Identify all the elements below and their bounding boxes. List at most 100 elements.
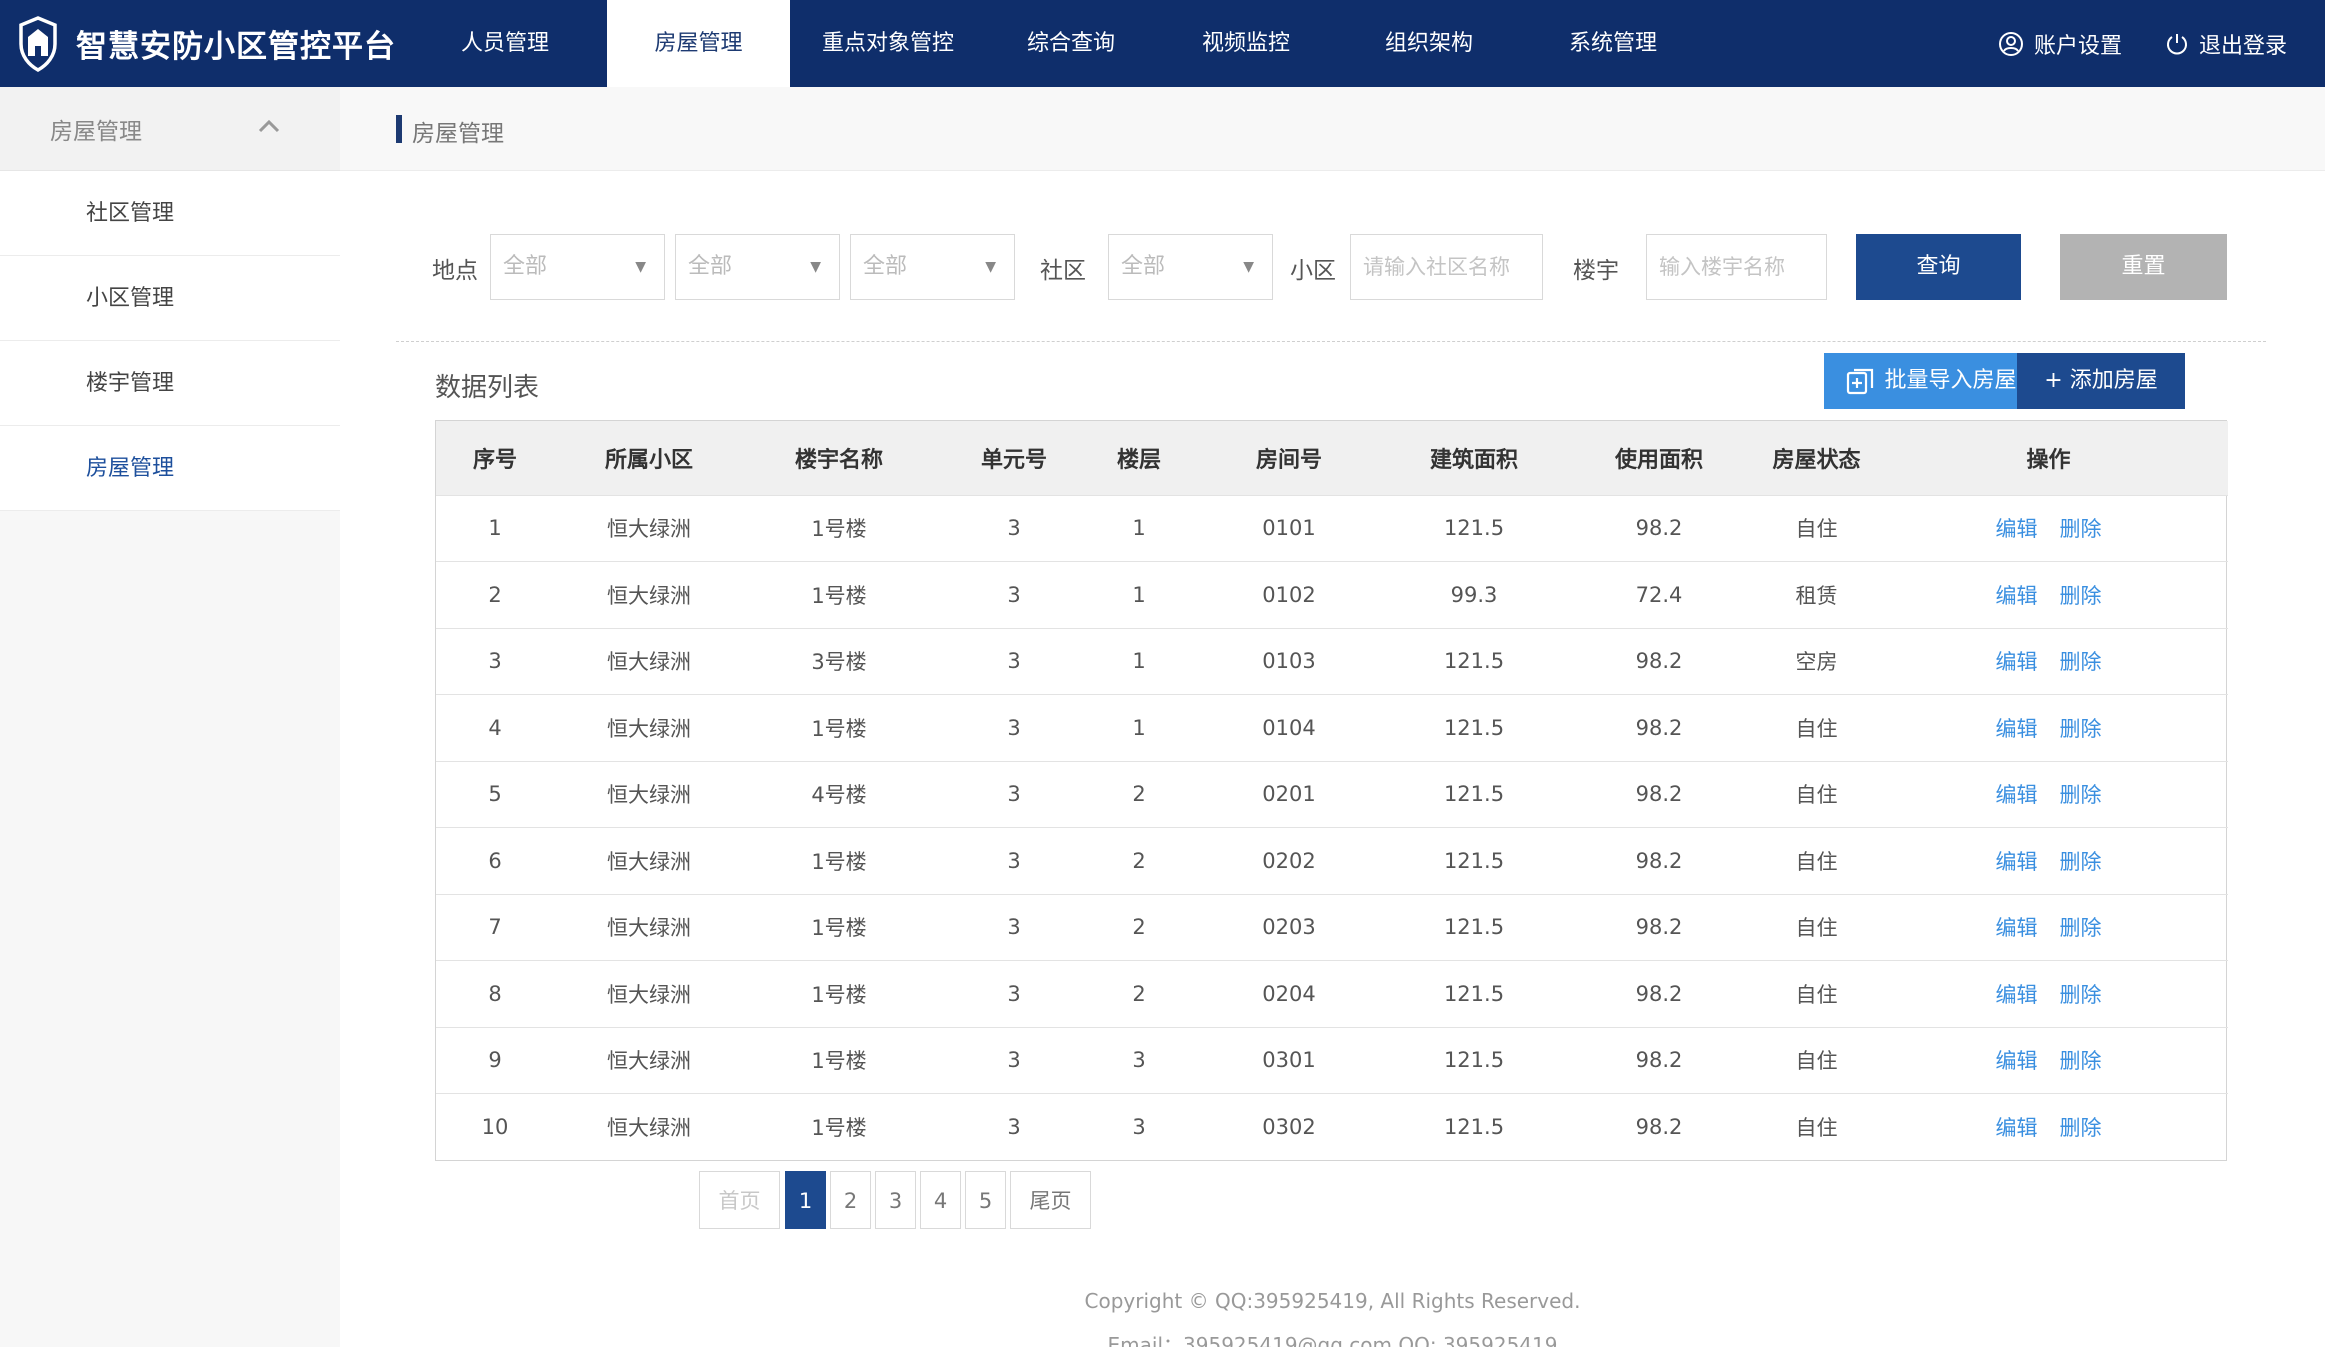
edit-link[interactable]: 编辑 <box>1996 850 2038 874</box>
delete-link[interactable]: 删除 <box>2060 850 2102 874</box>
nav-item-key-targets[interactable]: 重点对象管控 <box>812 0 964 87</box>
delete-link[interactable]: 删除 <box>2060 517 2102 541</box>
status-cell: 自住 <box>1795 1116 1838 1140</box>
edit-link[interactable]: 编辑 <box>1996 983 2038 1007</box>
nav-item-system[interactable]: 系统管理 <box>1550 0 1676 87</box>
location-select-1[interactable]: 全部 ▼ <box>490 234 665 300</box>
sidebar-item-estate[interactable]: 小区管理 <box>0 256 340 341</box>
page-button-4[interactable]: 4 <box>920 1171 961 1229</box>
edit-link[interactable]: 编辑 <box>1996 717 2038 741</box>
column-header: 房间号 <box>1255 447 1322 473</box>
sidebar-group-header[interactable]: 房屋管理 <box>0 87 340 171</box>
page-button-5[interactable]: 5 <box>965 1171 1006 1229</box>
sidebar-item-housing[interactable]: 房屋管理 <box>0 426 340 511</box>
logout-button[interactable]: 退出登录 <box>2165 0 2287 87</box>
account-settings-button[interactable]: 账户设置 <box>1998 0 2122 87</box>
first-page-button[interactable]: 首页 <box>699 1171 780 1229</box>
nav-item-housing[interactable]: 房屋管理 <box>607 0 790 87</box>
caret-down-icon: ▼ <box>1243 259 1254 275</box>
edit-link[interactable]: 编辑 <box>1996 517 2038 541</box>
reset-button[interactable]: 重置 <box>2060 234 2227 300</box>
edit-link[interactable]: 编辑 <box>1996 584 2038 608</box>
delete-link[interactable]: 删除 <box>2060 983 2102 1007</box>
table-row: 7 恒大绿洲 1号楼 3 2 0203 121.5 98.2 自住 编辑 删除 <box>436 894 2228 961</box>
edit-link[interactable]: 编辑 <box>1996 783 2038 807</box>
estate-cell: 恒大绿洲 <box>607 916 691 941</box>
actions-cell: 编辑 删除 <box>1869 628 2228 695</box>
estate-cell: 恒大绿洲 <box>607 783 691 808</box>
breadcrumb-marker <box>396 115 402 143</box>
index-cell: 1 <box>488 516 502 541</box>
nav-item-query[interactable]: 综合查询 <box>1008 0 1134 87</box>
last-page-button[interactable]: 尾页 <box>1010 1171 1091 1229</box>
query-button[interactable]: 查询 <box>1856 234 2021 300</box>
building-cell: 1号楼 <box>811 916 867 941</box>
contact-text: Email：395925419@qq.com QQ: 395925419 <box>1107 1333 1558 1347</box>
nav-item-org[interactable]: 组织架构 <box>1366 0 1492 87</box>
room-cell: 0202 <box>1262 848 1316 873</box>
build-area-cell: 121.5 <box>1443 1048 1505 1073</box>
building-name-input[interactable] <box>1646 234 1827 300</box>
status-cell: 自住 <box>1795 1049 1838 1074</box>
status-cell: 自住 <box>1795 783 1838 808</box>
batch-import-button[interactable]: 批量导入房屋 <box>1824 353 2039 409</box>
add-house-button[interactable]: + 添加房屋 <box>2017 353 2185 409</box>
nav-item-personnel[interactable]: 人员管理 <box>440 0 570 87</box>
community-select[interactable]: 全部 ▼ <box>1108 234 1273 300</box>
edit-link[interactable]: 编辑 <box>1996 916 2038 940</box>
build-area-cell: 121.5 <box>1443 848 1505 873</box>
column-header: 序号 <box>472 447 517 473</box>
delete-link[interactable]: 删除 <box>2060 783 2102 807</box>
edit-link[interactable]: 编辑 <box>1996 1049 2038 1073</box>
delete-link[interactable]: 删除 <box>2060 916 2102 940</box>
floor-cell: 2 <box>1132 782 1146 807</box>
estate-cell: 恒大绿洲 <box>607 716 691 741</box>
unit-cell: 3 <box>1007 848 1021 873</box>
estate-name-input[interactable] <box>1350 234 1543 300</box>
building-cell: 1号楼 <box>811 583 867 608</box>
building-cell: 4号楼 <box>811 783 867 808</box>
page-button-2[interactable]: 2 <box>830 1171 871 1229</box>
index-cell: 8 <box>488 981 502 1006</box>
estate-cell: 恒大绿洲 <box>607 1116 691 1140</box>
column-header: 建筑面积 <box>1429 447 1518 473</box>
usable-area-cell: 98.2 <box>1635 915 1683 940</box>
page-button-3[interactable]: 3 <box>875 1171 916 1229</box>
room-cell: 0302 <box>1262 1115 1316 1139</box>
nav-item-video[interactable]: 视频监控 <box>1183 0 1309 87</box>
unit-cell: 3 <box>1007 915 1021 940</box>
build-area-cell: 121.5 <box>1443 915 1505 940</box>
delete-link[interactable]: 删除 <box>2060 584 2102 608</box>
delete-link[interactable]: 删除 <box>2060 1049 2102 1073</box>
delete-link[interactable]: 删除 <box>2060 1116 2102 1140</box>
location-select-1-value: 全部 <box>503 254 548 279</box>
delete-link[interactable]: 删除 <box>2060 650 2102 674</box>
sidebar-item-community[interactable]: 社区管理 <box>0 171 340 256</box>
community-select-value: 全部 <box>1121 254 1166 279</box>
edit-link[interactable]: 编辑 <box>1996 1116 2038 1140</box>
batch-import-label: 批量导入房屋 <box>1884 368 2017 393</box>
table-row: 4 恒大绿洲 1号楼 3 1 0104 121.5 98.2 自住 编辑 删除 <box>436 694 2228 762</box>
build-area-cell: 121.5 <box>1443 782 1505 807</box>
room-cell: 0201 <box>1262 782 1316 807</box>
usable-area-cell: 98.2 <box>1635 649 1683 674</box>
index-cell: 2 <box>488 582 502 607</box>
edit-link[interactable]: 编辑 <box>1996 650 2038 674</box>
location-select-3[interactable]: 全部 ▼ <box>850 234 1015 300</box>
usable-area-cell: 98.2 <box>1635 715 1683 740</box>
usable-area-cell: 98.2 <box>1635 848 1683 873</box>
column-header: 使用面积 <box>1614 447 1703 473</box>
divider <box>396 341 2266 342</box>
room-cell: 0103 <box>1262 649 1316 674</box>
page-button-1[interactable]: 1 <box>785 1171 826 1229</box>
unit-cell: 3 <box>1007 649 1021 674</box>
building-cell: 1号楼 <box>811 1049 867 1074</box>
delete-link[interactable]: 删除 <box>2060 717 2102 741</box>
sidebar-item-building[interactable]: 楼宇管理 <box>0 341 340 426</box>
chevron-up-icon[interactable] <box>258 119 280 133</box>
user-circle-icon <box>1999 31 2023 56</box>
brand[interactable]: 智慧安防小区管控平台 <box>18 12 396 75</box>
location-select-2[interactable]: 全部 ▼ <box>675 234 840 300</box>
shield-house-icon <box>19 15 57 72</box>
usable-area-cell: 98.2 <box>1635 516 1683 541</box>
